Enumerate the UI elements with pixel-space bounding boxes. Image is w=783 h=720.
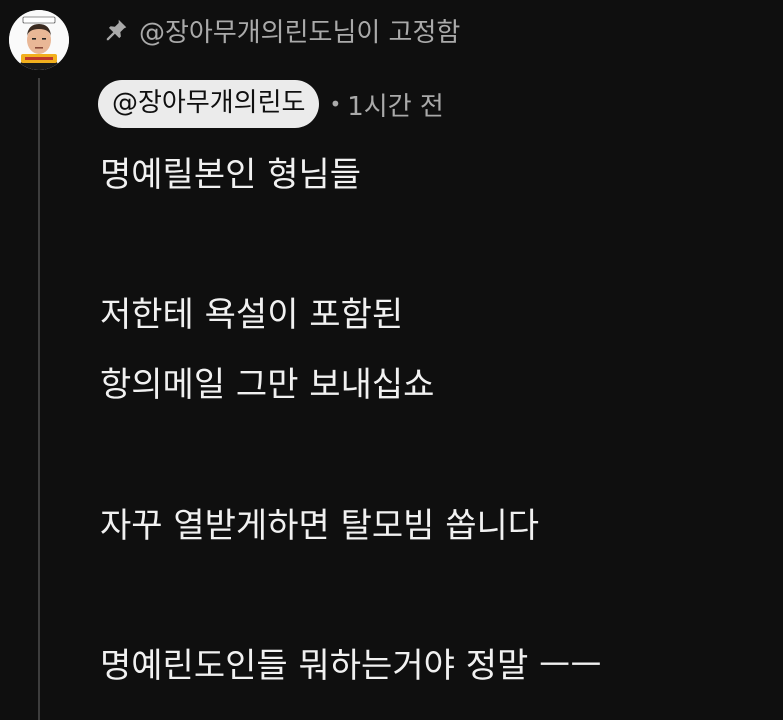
comment-timestamp[interactable]: 1시간 전 [347,86,444,123]
pinned-label: @장아무개의린도님이 고정함 [139,17,461,48]
comment-line-1: 명예릴본인 형님들 [100,155,362,195]
pinned-comment: @장아무개의린도님이 고정함 @장아무개의린도 • 1시간 전 명예릴본인 형님… [0,0,783,720]
thread-line [38,78,40,720]
avatar-image [9,10,69,70]
comment-line-3: 항의메일 그만 보내십쇼 [100,365,435,405]
comment-line-5: 명예린도인들 뭐하는거야 정말 ㅡㅡ [100,646,602,686]
pinned-indicator: @장아무개의린도님이 고정함 [103,8,460,52]
comment-line-4: 자꾸 열받게하면 탈모빔 쏩니다 [100,506,540,546]
comment-line-2: 저한테 욕설이 포함된 [100,295,404,335]
author-channel-link[interactable]: @장아무개의린도 [98,80,320,128]
meta-separator: • [329,92,342,116]
comment-header: @장아무개의린도 • 1시간 전 [98,78,444,130]
pin-icon [103,17,129,43]
avatar[interactable] [9,10,69,70]
